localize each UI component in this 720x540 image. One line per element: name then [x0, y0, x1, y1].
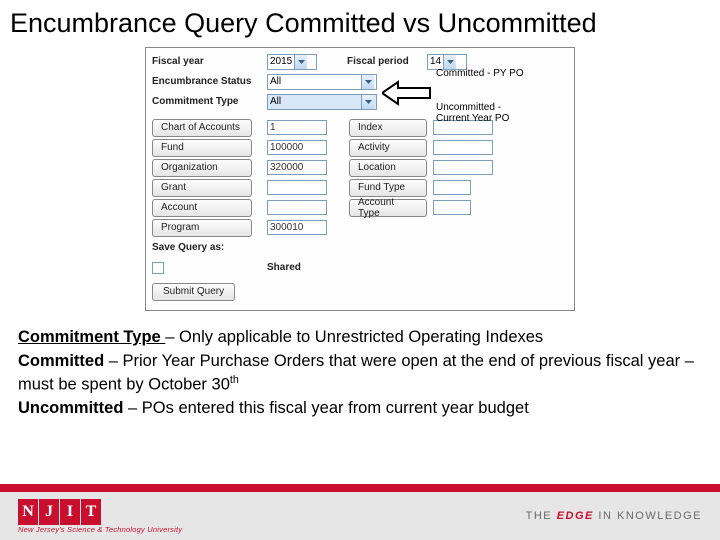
njit-mark: N J I T: [18, 499, 182, 525]
enc-status-select[interactable]: All: [267, 74, 377, 90]
enc-status-label: Encumbrance Status: [152, 76, 267, 87]
annotation-committed: Committed - PY PO: [436, 68, 546, 79]
chart-of-accounts-button[interactable]: Chart of Accounts: [152, 119, 252, 137]
slide-title: Encumbrance Query Committed vs Uncommitt…: [0, 0, 720, 43]
fund-input[interactable]: 100000: [267, 140, 327, 155]
footer-tagline: THE EDGE IN KNOWLEDGE: [526, 510, 702, 522]
activity-input[interactable]: [433, 140, 493, 155]
location-input[interactable]: [433, 160, 493, 175]
activity-button[interactable]: Activity: [349, 139, 427, 157]
footer: N J I T New Jersey's Science & Technolog…: [0, 484, 720, 540]
committed-heading: Committed: [18, 352, 104, 370]
njit-logo: N J I T New Jersey's Science & Technolog…: [18, 499, 182, 534]
commit-type-value: All: [270, 96, 281, 107]
program-input[interactable]: 300010: [267, 220, 327, 235]
logo-letter: N: [18, 499, 38, 525]
account-input[interactable]: [267, 200, 327, 215]
account-type-input[interactable]: [433, 200, 471, 215]
fiscal-year-select[interactable]: 2015: [267, 54, 317, 70]
tagline-part2: IN KNOWLEDGE: [594, 510, 702, 522]
arrow-icon: [382, 80, 432, 109]
commitment-type-heading: Commitment Type: [18, 328, 165, 346]
commit-type-select[interactable]: All: [267, 94, 377, 110]
program-button[interactable]: Program: [152, 219, 252, 237]
organization-input[interactable]: 320000: [267, 160, 327, 175]
chart-input[interactable]: 1: [267, 120, 327, 135]
submit-query-button[interactable]: Submit Query: [152, 283, 235, 301]
shared-checkbox[interactable]: [152, 262, 164, 274]
footer-red-bar: [0, 484, 720, 492]
chevron-down-icon: [361, 95, 374, 109]
uncommitted-desc: – POs entered this fiscal year from curr…: [123, 399, 528, 417]
logo-letter: J: [39, 499, 59, 525]
committed-desc: – Prior Year Purchase Orders that were o…: [18, 352, 694, 393]
fund-button[interactable]: Fund: [152, 139, 252, 157]
fiscal-period-label: Fiscal period: [347, 56, 427, 67]
grant-button[interactable]: Grant: [152, 179, 252, 197]
logo-letter: T: [81, 499, 101, 525]
enc-status-value: All: [270, 76, 281, 87]
organization-button[interactable]: Organization: [152, 159, 252, 177]
chevron-down-icon: [443, 55, 456, 69]
index-button[interactable]: Index: [349, 119, 427, 137]
location-button[interactable]: Location: [349, 159, 427, 177]
annotation-uncommitted: Uncommitted - Current Year PO: [436, 102, 546, 124]
grant-input[interactable]: [267, 180, 327, 195]
save-query-label: Save Query as:: [152, 242, 267, 253]
fiscal-year-label: Fiscal year: [152, 56, 267, 67]
fund-type-button[interactable]: Fund Type: [349, 179, 427, 197]
fiscal-year-value: 2015: [270, 56, 292, 67]
commitment-type-desc: – Only applicable to Unrestricted Operat…: [165, 328, 543, 346]
account-button[interactable]: Account: [152, 199, 252, 217]
footer-grey-bar: N J I T New Jersey's Science & Technolog…: [0, 492, 720, 540]
tagline-edge: EDGE: [557, 510, 594, 522]
annotation-uncommitted-l2: Current Year PO: [436, 113, 509, 124]
fiscal-period-value: 14: [430, 56, 441, 67]
commit-type-label: Commitment Type: [152, 96, 267, 107]
fund-type-input[interactable]: [433, 180, 471, 195]
chevron-down-icon: [294, 55, 307, 69]
annotation-uncommitted-l1: Uncommitted -: [436, 102, 501, 113]
query-form-panel: Committed - PY PO Uncommitted - Current …: [145, 47, 575, 311]
account-type-button[interactable]: Account Type: [349, 199, 427, 217]
body-text: Commitment Type – Only applicable to Unr…: [0, 321, 720, 420]
uncommitted-heading: Uncommitted: [18, 399, 123, 417]
th-superscript: th: [230, 374, 239, 386]
chevron-down-icon: [361, 75, 374, 89]
tagline-part1: THE: [526, 510, 557, 522]
logo-letter: I: [60, 499, 80, 525]
shared-label: Shared: [267, 262, 301, 273]
njit-subline: New Jersey's Science & Technology Univer…: [18, 525, 182, 534]
